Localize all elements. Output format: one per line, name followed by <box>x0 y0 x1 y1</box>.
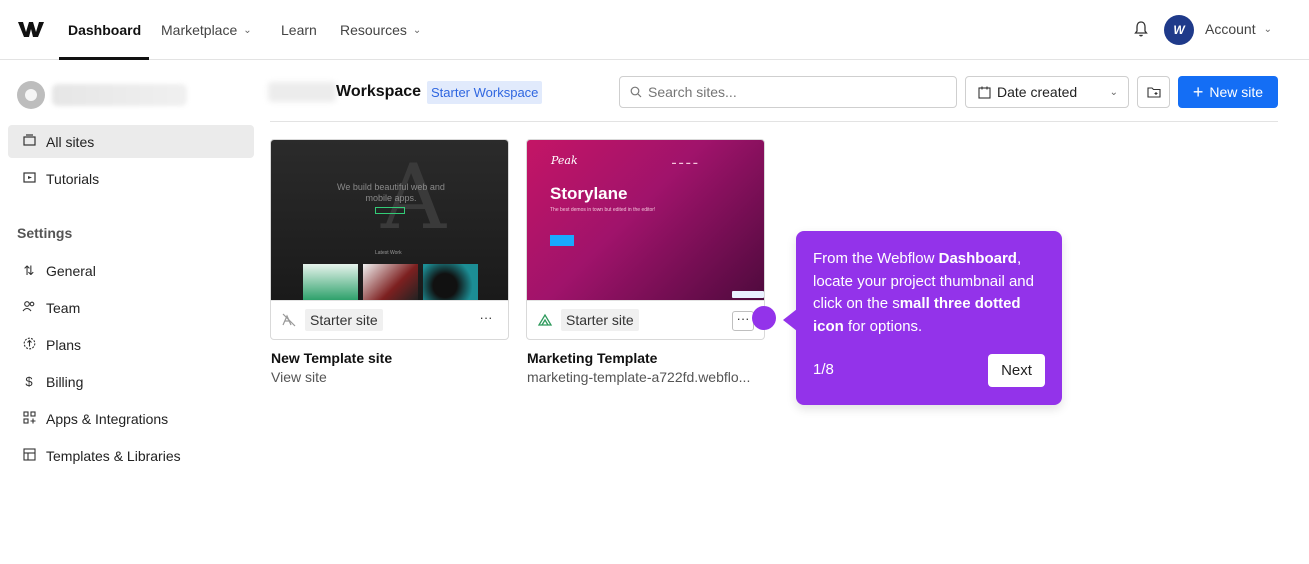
new-folder-button[interactable] <box>1137 76 1170 108</box>
sidebar-item-templates-libraries[interactable]: Templates & Libraries <box>8 439 254 472</box>
sidebar-item-tutorials[interactable]: Tutorials <box>8 162 254 195</box>
thumbnail-button <box>375 207 405 214</box>
chevron-down-icon: ⌄ <box>412 24 422 36</box>
tour-step-counter: 1/8 <box>813 361 834 378</box>
sidebar-item-plans[interactable]: Plans <box>8 328 254 361</box>
workspace-name-redacted[interactable] <box>52 84 187 106</box>
sidebar-item-general[interactable]: ⇅ General <box>8 254 254 287</box>
nav-resources-label: Resources <box>340 22 407 38</box>
chevron-down-icon: ⌄ <box>1109 86 1118 98</box>
templates-icon <box>22 447 36 464</box>
unpublished-icon <box>282 313 296 327</box>
new-site-label: New site <box>1209 84 1264 100</box>
workspace-prefix-redacted <box>268 82 336 102</box>
divider <box>270 121 1278 122</box>
sidebar-item-apps-integrations[interactable]: Apps & Integrations <box>8 402 254 435</box>
site-card-footer: Starter site ··· <box>527 300 764 339</box>
sidebar-item-label: Apps & Integrations <box>46 410 169 427</box>
thumbnail-tagline: We build beautiful web and mobile apps. <box>337 182 445 203</box>
tour-next-button[interactable]: Next <box>988 354 1045 387</box>
sort-label: Date created <box>997 84 1078 100</box>
tooltip-text-bold: Dashboard <box>938 250 1017 267</box>
published-icon <box>537 313 553 326</box>
nav-active-indicator <box>59 57 149 60</box>
site-name[interactable]: Marketing Template <box>527 350 657 366</box>
sidebar-item-label: Plans <box>46 336 82 353</box>
general-icon: ⇅ <box>23 262 35 278</box>
folder-plus-icon <box>1146 87 1161 98</box>
new-site-button[interactable]: + New site <box>1178 76 1278 108</box>
nav-dashboard[interactable]: Dashboard <box>68 21 141 39</box>
sidebar-item-label: All sites <box>46 133 95 150</box>
search-input[interactable] <box>648 84 938 100</box>
sidebar-item-team[interactable]: Team <box>8 291 254 324</box>
site-card-footer: Starter site ··· <box>271 300 508 339</box>
tutorials-icon <box>22 171 36 186</box>
thumbnail-badge <box>732 291 764 298</box>
thumbnail-image <box>423 264 478 300</box>
account-label: Account <box>1205 21 1256 37</box>
sidebar-item-label: Team <box>46 299 81 316</box>
sidebar-item-label: Tutorials <box>46 170 100 187</box>
thumbnail-subtitle: The best demos in town but edited in the… <box>550 207 656 213</box>
chevron-down-icon: ⌄ <box>243 24 252 36</box>
nav-resources[interactable]: Resources ⌄ <box>340 21 421 39</box>
site-card[interactable]: A We build beautiful web and mobile apps… <box>270 139 509 340</box>
site-name[interactable]: New Template site <box>271 350 392 366</box>
nav-learn[interactable]: Learn <box>281 21 317 39</box>
workspace-avatar[interactable] <box>17 81 45 109</box>
sort-dropdown[interactable]: Date created ⌄ <box>965 76 1129 108</box>
avatar[interactable]: W <box>1164 15 1194 45</box>
site-link[interactable]: marketing-template-a722fd.webflo... <box>527 369 750 385</box>
sidebar-item-all-sites[interactable]: All sites <box>8 125 254 158</box>
apps-icon <box>22 410 36 427</box>
site-thumbnail[interactable]: Peak ▬ ▬ ▬ ▬ Storylane The best demos in… <box>527 140 764 300</box>
team-icon <box>22 300 36 315</box>
billing-icon: $ <box>25 374 33 389</box>
site-link[interactable]: View site <box>271 369 327 385</box>
thumbnail-button <box>550 235 574 246</box>
tooltip-text-part: From the Webflow <box>813 250 939 267</box>
thumbnail-brand: Peak <box>551 154 578 167</box>
sidebar-item-label: Templates & Libraries <box>46 447 181 464</box>
search-box[interactable] <box>619 76 957 108</box>
site-thumbnail[interactable]: A We build beautiful web and mobile apps… <box>271 140 508 300</box>
tour-tooltip: From the Webflow Dashboard, locate your … <box>783 231 1062 405</box>
site-plan-badge: Starter site <box>305 309 383 331</box>
nav-dashboard-label: Dashboard <box>68 22 142 38</box>
chevron-down-icon: ⌄ <box>1263 23 1272 35</box>
sidebar-item-billing[interactable]: $ Billing <box>8 365 254 398</box>
site-card[interactable]: Peak ▬ ▬ ▬ ▬ Storylane The best demos in… <box>526 139 765 340</box>
search-icon <box>630 86 642 98</box>
account-menu[interactable]: Account ⌄ <box>1205 21 1272 37</box>
webflow-logo-icon[interactable] <box>18 20 44 38</box>
tooltip-text-part: for options. <box>843 317 923 335</box>
plans-icon <box>22 337 36 353</box>
nav-marketplace[interactable]: Marketplace ⌄ <box>161 21 252 39</box>
more-options-icon[interactable]: ··· <box>476 311 496 329</box>
tour-highlight-marker <box>752 306 776 330</box>
top-nav: Dashboard Marketplace ⌄ Learn Resources … <box>0 0 1309 60</box>
thumbnail-image <box>363 264 418 300</box>
nav-learn-label: Learn <box>281 22 317 38</box>
settings-heading: Settings <box>17 225 73 241</box>
thumbnail-section-label: Latest Work <box>375 250 402 256</box>
calendar-icon <box>978 86 991 99</box>
more-options-icon[interactable]: ··· <box>732 311 754 331</box>
thumbnail-title: Storylane <box>550 184 628 203</box>
folder-icon <box>22 134 36 149</box>
thumbnail-nav: ▬ ▬ ▬ ▬ <box>672 160 699 165</box>
plus-icon: + <box>1192 82 1204 102</box>
page-title: Workspace <box>336 83 422 100</box>
nav-marketplace-label: Marketplace <box>161 22 238 38</box>
tour-tooltip-text: From the Webflow Dashboard, locate your … <box>813 248 1049 338</box>
sidebar-item-label: General <box>46 262 96 279</box>
site-plan-badge: Starter site <box>561 309 639 331</box>
bell-icon[interactable] <box>1133 20 1149 38</box>
thumbnail-image <box>303 264 358 300</box>
sidebar-item-label: Billing <box>46 373 84 390</box>
workspace-plan-badge[interactable]: Starter Workspace <box>427 81 543 104</box>
